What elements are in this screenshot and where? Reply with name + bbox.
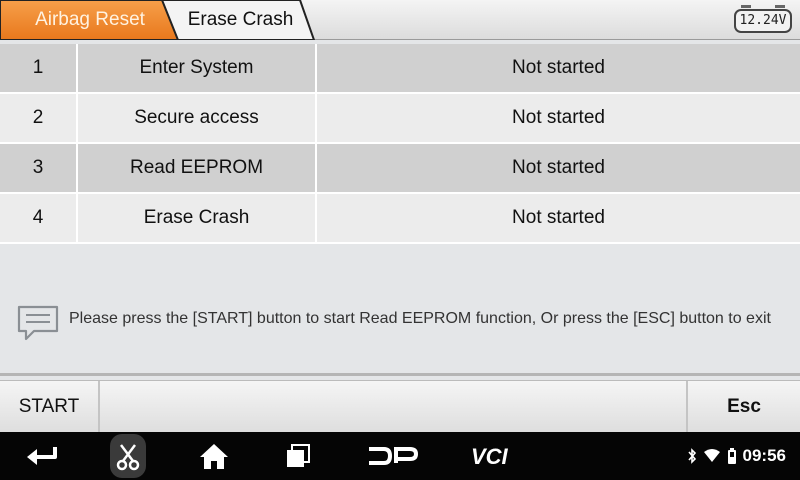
step-status: Not started [512,107,605,128]
battery-icon [727,448,736,464]
wifi-icon [703,449,720,462]
system-navigation-bar: DP VCI 09:56 [0,432,800,480]
tab-airbag-reset[interactable]: Airbag Reset [0,0,180,40]
dp-label: DP [366,445,368,446]
table-row[interactable]: 2 Secure access Not started [0,94,800,144]
table-row[interactable]: 3 Read EEPROM Not started [0,144,800,194]
step-number: 4 [0,194,78,242]
back-icon[interactable] [20,432,64,480]
step-name: Read EEPROM [78,144,317,192]
step-number: 1 [0,44,78,92]
dp-logo-icon[interactable]: DP [364,432,420,480]
step-name: Secure access [78,94,317,142]
title-bar: Airbag Reset Erase Crash 12.24V [0,0,800,40]
status-area: 09:56 [687,432,786,480]
step-number: 2 [0,94,78,142]
table-row[interactable]: 4 Erase Crash Not started [0,194,800,244]
home-icon[interactable] [196,432,232,480]
vci-label: VCI [471,444,509,468]
step-name: Erase Crash [78,194,317,242]
bluetooth-icon [687,448,696,464]
vci-logo-icon[interactable]: VCI [468,432,528,480]
start-button[interactable]: START [0,381,100,433]
recent-apps-icon[interactable] [282,432,314,480]
tab-erase-crash[interactable]: Erase Crash [168,0,313,40]
scissors-icon[interactable] [110,434,146,478]
step-status: Not started [512,207,605,228]
message-panel: Please press the [START] button to start… [0,244,800,376]
instruction-text: Please press the [START] button to start… [69,310,771,327]
step-name: Enter System [78,44,317,92]
step-status: Not started [512,157,605,178]
table-row[interactable]: 1 Enter System Not started [0,44,800,94]
step-status: Not started [512,57,605,78]
action-bar: START Esc [0,380,800,433]
esc-button[interactable]: Esc [686,381,800,433]
step-number: 3 [0,144,78,192]
vehicle-voltage-indicator: 12.24V [734,5,792,33]
clock: 09:56 [742,446,786,465]
message-icon [17,305,59,341]
procedure-table: 1 Enter System Not started 2 Secure acce… [0,44,800,244]
